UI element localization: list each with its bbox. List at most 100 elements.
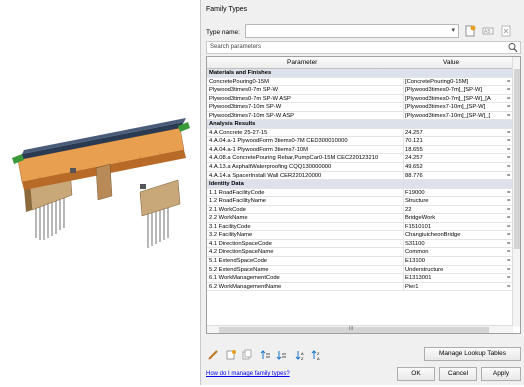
parameter-value[interactable]: 49.652 [405, 163, 505, 171]
parameter-value[interactable]: 88.776 [405, 172, 505, 180]
table-row[interactable]: 6.1 WorkManagementCode E1313001 = [207, 274, 513, 283]
table-row[interactable]: 4.1 DirectionSpaceCode S31100 = [207, 239, 513, 249]
parameter-name: 6.2 WorkManagementName [209, 283, 282, 290]
parameter-value[interactable]: E13100 [405, 257, 505, 265]
parameter-name: 4.A.08.a ConcretePouring Rebar,PumpCar0-… [209, 155, 379, 162]
table-row[interactable]: 6.2 WorkManagementName Pier1 = [207, 282, 513, 292]
table-row[interactable]: 4.A.13.a AsphaltWaterproofing CQQ1300000… [207, 163, 513, 172]
svg-text:A: A [317, 356, 320, 361]
scroll-grip: III [349, 326, 354, 332]
column-separator [403, 137, 404, 145]
vertical-scrollbar[interactable] [512, 57, 520, 327]
manage-lookup-tables-button[interactable]: Manage Lookup Tables [424, 347, 521, 361]
table-row[interactable]: 5.1 ExtendSpaceCode E13100 = [207, 257, 513, 266]
horizontal-scrollbar[interactable]: III [207, 325, 513, 333]
parameter-value[interactable]: 18.655 [405, 146, 505, 154]
parameter-name: 4.A Concrete 25-27-15 [209, 129, 268, 136]
sort-ascending-icon[interactable]: A Z [295, 349, 307, 361]
ok-button[interactable]: OK [397, 367, 435, 381]
value-column-header[interactable]: Value [443, 59, 459, 66]
parameter-value[interactable]: [ConcretePouring0-15M] [405, 78, 505, 86]
search-parameters-input[interactable]: Search parameters [206, 41, 521, 54]
search-placeholder: Search parameters [210, 44, 262, 50]
parameter-value[interactable]: 22 [405, 206, 505, 214]
table-row[interactable]: Plywood3times7-10m SP-W [Plywood3times7-1… [207, 103, 513, 112]
apply-button[interactable]: Apply [481, 367, 521, 381]
group-name: Analysis Results [209, 121, 256, 128]
table-row[interactable]: 4.2 DirectionSpaceName Common = [207, 248, 513, 258]
table-row[interactable]: 4.A Concrete 25-27-15 24.257 = [207, 128, 513, 138]
help-link[interactable]: How do I manage family types? [206, 371, 290, 377]
parameter-value[interactable]: F19000 [405, 189, 505, 197]
parameter-name: 3.2 FacilityName [209, 232, 253, 239]
table-row[interactable]: 4.A.04.a-1 PlywoodForm 3tiems0-7M CED300… [207, 137, 513, 146]
parameter-value[interactable]: [Plywood3times7-10m]_[SP-W] [405, 103, 505, 111]
search-icon[interactable] [508, 42, 518, 53]
table-row[interactable]: 4.A.04.a-1 PlywoodForm 3tiems7-10M 18.655… [207, 145, 513, 155]
edit-type-icon[interactable] [207, 349, 219, 361]
parameter-value[interactable]: Structure [405, 197, 505, 205]
move-down-icon[interactable] [275, 349, 287, 361]
parameter-name: 4.A.04.a-1 PlywoodForm 3tiems0-7M CED300… [209, 138, 348, 145]
move-up-icon[interactable] [259, 349, 271, 361]
parameter-name: Plywood3times7-10m SP-W ASP [209, 112, 295, 119]
parameter-value[interactable]: S31100 [405, 240, 505, 248]
table-row[interactable]: Plywood3times0-7m SP-W ASP [Plywood3times… [207, 94, 513, 104]
parameter-name: 2.1 WorkCode [209, 206, 246, 213]
parameter-value[interactable]: [Plywood3times0-7m]_[SP-W]_[A [405, 95, 505, 103]
table-row[interactable]: 4.A.08.a ConcretePouring Rebar,PumpCar0-… [207, 154, 513, 164]
copy-parameter-icon[interactable] [241, 349, 253, 361]
column-separator [403, 163, 404, 171]
parameter-value[interactable]: Common [405, 248, 505, 256]
delete-type-icon[interactable] [499, 24, 513, 38]
column-separator [403, 231, 404, 239]
column-separator [403, 188, 404, 197]
cancel-button[interactable]: Cancel [439, 367, 477, 381]
chevron-down-icon[interactable]: ▾ [451, 26, 455, 34]
parameter-value[interactable]: 24.257 [405, 129, 505, 137]
table-row[interactable]: 1.1 RoadFacilityCode F19000 = [207, 188, 513, 198]
parameter-name: 5.2 ExtendSpaceName [209, 266, 269, 273]
model-viewport [0, 0, 200, 385]
table-row[interactable]: 5.2 ExtendSpaceName Understructure = [207, 265, 513, 275]
table-row[interactable]: Plywood3times7-10m SP-W ASP [Plywood3time… [207, 111, 513, 121]
parameter-value[interactable]: BridgeWork [405, 214, 505, 222]
table-row[interactable]: 2.2 WorkName BridgeWork = [207, 214, 513, 223]
group-header-row[interactable]: Analysis Results [207, 120, 513, 129]
table-row[interactable]: 2.1 WorkCode 22 = [207, 205, 513, 215]
parameter-value[interactable]: 70.121 [405, 137, 505, 145]
parameter-name: 5.1 ExtendSpaceCode [209, 258, 268, 265]
parameter-value[interactable]: 24.257 [405, 154, 505, 162]
parameter-column-header[interactable]: Parameter [287, 59, 317, 66]
column-separator [403, 265, 404, 274]
table-row[interactable]: 1.2 RoadFacilityName Structure = [207, 197, 513, 206]
new-parameter-icon[interactable] [225, 349, 237, 361]
column-separator [403, 111, 404, 120]
table-row[interactable]: 3.1 FacilityCode F1510101 = [207, 222, 513, 232]
group-name: Materials and Finishes [209, 70, 272, 76]
table-row[interactable]: Plywood3times0-7m SP-W [Plywood3times0-7m… [207, 86, 513, 95]
sort-descending-icon[interactable]: Z A [311, 349, 323, 361]
column-separator [403, 171, 404, 180]
parameter-value[interactable]: Understructure [405, 266, 505, 274]
column-separator [403, 274, 404, 282]
parameter-value[interactable]: F1510101 [405, 223, 505, 231]
parameter-value[interactable]: Pier1 [405, 283, 505, 291]
table-row[interactable]: 3.2 FacilityName ChangiuicheonBridge = [207, 231, 513, 240]
group-header-row[interactable]: Identity Data [207, 180, 513, 189]
parameter-value[interactable]: [Plywood3times0-7m]_[SP-W] [405, 86, 505, 94]
column-separator [403, 282, 404, 291]
column-separator [403, 103, 404, 111]
table-row[interactable]: 4.A.14.a SpacerInstall Wall CER220120000… [207, 171, 513, 181]
parameter-value[interactable]: ChangiuicheonBridge [405, 231, 505, 239]
table-row[interactable]: ConcretePouring0-15M [ConcretePouring0-15… [207, 77, 513, 87]
parameter-value[interactable]: E1313001 [405, 274, 505, 282]
type-name-dropdown[interactable]: ▾ [245, 24, 459, 38]
rename-type-icon[interactable]: AB [481, 24, 495, 38]
new-type-icon[interactable] [463, 24, 477, 38]
group-name: Identity Data [209, 181, 244, 188]
parameter-name: 2.2 WorkName [209, 215, 248, 222]
column-separator [403, 94, 404, 103]
parameter-value[interactable]: [Plywood3times7-10m]_[SP-W]_[ [405, 112, 505, 120]
group-header-row[interactable]: Materials and Finishes [207, 69, 513, 78]
